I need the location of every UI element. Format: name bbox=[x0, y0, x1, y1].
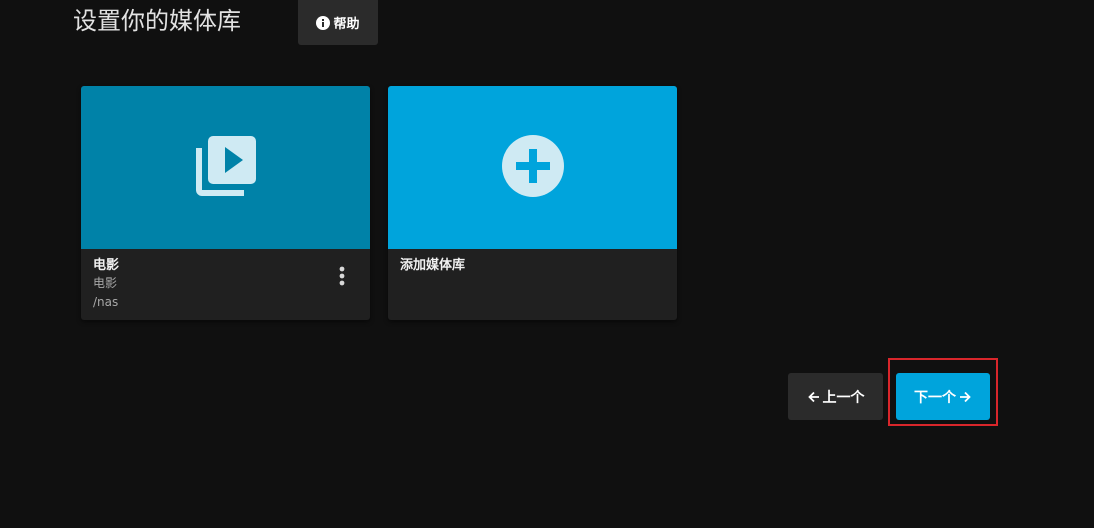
page-header: 设置你的媒体库 帮助 bbox=[73, 0, 378, 45]
library-type: 电影 bbox=[93, 276, 118, 290]
help-button-label: 帮助 bbox=[333, 17, 360, 32]
page-title: 设置你的媒体库 bbox=[73, 7, 241, 35]
library-card-footer: 电影 电影 /nas bbox=[81, 249, 370, 320]
next-button-label: 下一个 bbox=[914, 389, 956, 406]
info-icon bbox=[316, 15, 331, 30]
arrow-right-icon bbox=[958, 390, 972, 404]
help-button[interactable]: 帮助 bbox=[298, 0, 378, 45]
library-card-image[interactable] bbox=[81, 86, 370, 249]
next-button[interactable]: 下一个 bbox=[896, 373, 990, 420]
wizard-library-page: 设置你的媒体库 帮助 电影 电影 /nas 添加媒体库 上一个 下一个 bbox=[0, 0, 1094, 528]
add-circle-icon bbox=[501, 134, 565, 202]
library-path: /nas bbox=[93, 295, 119, 309]
library-menu-button[interactable] bbox=[332, 263, 352, 291]
library-cards: 电影 电影 /nas 添加媒体库 bbox=[81, 86, 677, 320]
add-library-card[interactable]: 添加媒体库 bbox=[388, 86, 677, 320]
arrow-left-icon bbox=[807, 390, 821, 404]
add-library-card-image[interactable] bbox=[388, 86, 677, 249]
previous-button-label: 上一个 bbox=[822, 389, 865, 406]
add-library-card-footer: 添加媒体库 bbox=[388, 249, 677, 282]
library-name: 电影 bbox=[93, 258, 120, 273]
previous-button[interactable]: 上一个 bbox=[788, 373, 883, 420]
video-library-icon bbox=[194, 134, 258, 202]
add-library-label: 添加媒体库 bbox=[400, 258, 466, 273]
more-vert-icon bbox=[339, 266, 345, 289]
library-card-movies[interactable]: 电影 电影 /nas bbox=[81, 86, 370, 320]
